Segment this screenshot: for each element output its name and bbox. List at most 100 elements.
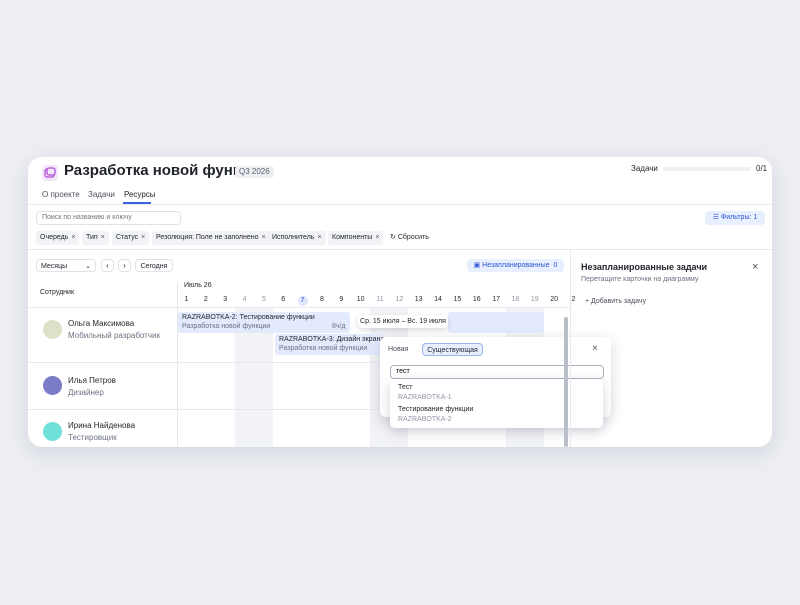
day-header: 9: [332, 296, 351, 303]
day-header: 6: [274, 296, 293, 303]
task-search-input[interactable]: [390, 365, 604, 379]
filter-chip-components[interactable]: Компоненты ×: [328, 231, 384, 245]
day-number: 9: [339, 296, 344, 303]
day-number: 14: [434, 296, 442, 303]
filters-button[interactable]: ☰ Фильтры: 1: [705, 211, 765, 225]
filter-chip-status[interactable]: Статус ×: [112, 231, 150, 245]
project-card: Разработка новой функции Q3 2026 Задачи …: [28, 157, 772, 447]
day-number: 3: [223, 296, 228, 303]
task-bar[interactable]: RAZRABOTKA-3: Дизайн экрана Разработка н…: [275, 334, 384, 355]
task-bar-project: Разработка новой функции: [279, 345, 368, 352]
close-icon[interactable]: ×: [101, 234, 105, 241]
task-bar-project: Разработка новой функции: [182, 323, 271, 330]
filter-chip-resolution[interactable]: Резолюция: Поле не заполнено ×: [152, 231, 270, 245]
day-header: 18: [506, 296, 525, 303]
day-number: 7: [297, 296, 308, 306]
employee-name: Ольга Максимова: [68, 319, 135, 328]
divider: [570, 250, 571, 447]
divider: [28, 307, 570, 308]
day-header: 5: [254, 296, 273, 303]
suggestion-list: Тест RAZRABOTKA-1 Тестирование функции R…: [390, 379, 603, 428]
day-header: 3: [216, 296, 235, 303]
tab-tasks[interactable]: Задачи: [88, 190, 115, 199]
close-icon[interactable]: ×: [752, 261, 758, 273]
chip-label: Статус: [116, 234, 139, 241]
project-icon: [42, 165, 58, 181]
day-number: 4: [242, 296, 247, 303]
day-number: 8: [319, 296, 324, 303]
tasks-progress-count: 0/1: [756, 164, 768, 173]
tab-about[interactable]: О проекте: [42, 190, 80, 199]
reset-button[interactable]: ↻ Сбросить: [390, 231, 429, 245]
close-icon[interactable]: ×: [317, 234, 321, 241]
day-header: 7: [293, 296, 312, 306]
close-icon[interactable]: ×: [71, 234, 75, 241]
employee-role: Тестировщик: [68, 433, 117, 442]
add-task-label: Добавить задачу: [591, 298, 647, 305]
close-icon[interactable]: ×: [262, 234, 266, 241]
scale-select-value: Месяцы: [41, 263, 68, 270]
tab-resources[interactable]: Ресурсы: [124, 190, 156, 199]
unplanned-panel-subtitle: Перетащите карточки на диаграмму: [581, 276, 699, 283]
day-number: 17: [492, 296, 500, 303]
close-icon[interactable]: ×: [592, 343, 598, 354]
chip-label: Тип: [86, 234, 98, 241]
day-number: 19: [530, 296, 539, 303]
calendar-icon: ▣: [473, 262, 481, 269]
date-range-tooltip: Ср. 15 июля – Вс. 19 июля: [358, 315, 448, 328]
day-number: 6: [281, 296, 286, 303]
filters-button-label: Фильтры: 1: [720, 214, 758, 221]
day-header: 2: [196, 296, 215, 303]
day-number: 15: [453, 296, 462, 303]
month-label: Июль 26: [184, 282, 212, 289]
divider: [28, 204, 772, 205]
reset-icon: ↻: [390, 234, 396, 241]
day-header: 19: [525, 296, 544, 303]
suggestion-title[interactable]: Тест: [398, 384, 412, 391]
divider: [28, 249, 772, 250]
day-header: 1: [177, 296, 196, 303]
close-icon[interactable]: ×: [375, 234, 379, 241]
search-input[interactable]: [36, 211, 181, 225]
task-bar[interactable]: RAZRABOTKA-2: Тестирование функции Разра…: [178, 312, 350, 333]
close-icon[interactable]: ×: [141, 234, 145, 241]
vertical-scrollbar[interactable]: [564, 317, 568, 447]
add-task-button[interactable]: + Добавить задачу: [585, 298, 646, 305]
day-number: 1: [184, 296, 189, 303]
day-header: 13: [409, 296, 428, 303]
day-header: 4: [235, 296, 254, 303]
day-header: 15: [448, 296, 467, 303]
day-header: 20: [545, 296, 564, 303]
avatar: [43, 320, 62, 339]
prev-button[interactable]: ‹: [101, 259, 114, 272]
day-number: 2: [571, 296, 576, 303]
day-header: 8: [312, 296, 331, 303]
tab-new[interactable]: Новая: [388, 346, 408, 353]
suggestion-title[interactable]: Тестирование функции: [398, 406, 473, 413]
day-header: 10: [351, 296, 370, 303]
quarter-badge: Q3 2026: [235, 166, 274, 178]
employee-role: Дизайнер: [68, 388, 104, 397]
day-number: 16: [472, 296, 481, 303]
unplanned-count: 0: [553, 262, 558, 269]
filter-chip-type[interactable]: Тип ×: [82, 231, 109, 245]
scale-select[interactable]: Месяцы ⌄: [36, 259, 96, 272]
avatar: [43, 422, 62, 441]
tasks-progress-label: Задачи: [631, 164, 658, 173]
filter-chip-assignee[interactable]: Исполнитель ×: [268, 231, 326, 245]
day-number: 2: [203, 296, 208, 303]
employee-name: Ирина Найденова: [68, 421, 136, 430]
day-number: 13: [414, 296, 423, 303]
unplanned-button[interactable]: ▣ Незапланированные 0: [467, 259, 564, 272]
chevron-down-icon: ⌄: [85, 263, 91, 270]
day-number: 18: [511, 296, 520, 303]
chip-label: Исполнитель: [272, 234, 315, 241]
day-header: 2: [564, 296, 583, 303]
tab-existing[interactable]: Существующая: [422, 343, 483, 356]
employee-role: Мобильный разработчик: [68, 331, 160, 340]
next-button[interactable]: ›: [118, 259, 131, 272]
today-button[interactable]: Сегодня: [135, 259, 173, 272]
task-bar-preview: [448, 312, 544, 333]
tasks-progress-bar: [663, 167, 751, 171]
filter-chip-queue[interactable]: Очередь ×: [36, 231, 80, 245]
